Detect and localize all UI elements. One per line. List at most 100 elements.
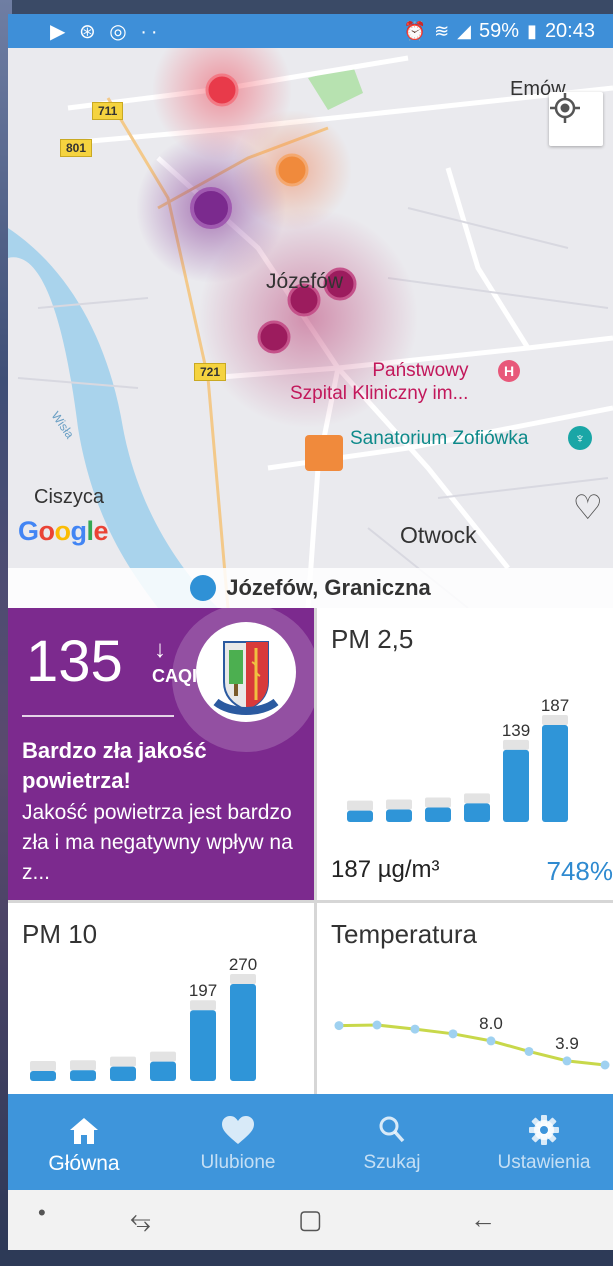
status-right: ⏰ ≋ ◢ 59% ▮ 20:43 bbox=[404, 20, 595, 43]
temperature-point bbox=[600, 1060, 610, 1070]
road-number-badge: 711 bbox=[92, 102, 124, 120]
pm25-current-value: 187 µg/m³ bbox=[331, 856, 440, 883]
bar-cap bbox=[70, 1060, 96, 1071]
bar bbox=[347, 810, 373, 822]
heart-icon bbox=[222, 1116, 254, 1144]
temperature-line-chart: 8.0 3.9 bbox=[334, 1014, 610, 1070]
battery-icon: ▮ bbox=[527, 21, 537, 41]
cards-grid: 135 ↓ CAQI Bardzo zła jakość powietrza! … bbox=[8, 608, 613, 1094]
bar-cap bbox=[150, 1051, 176, 1062]
caqi-value: 135 bbox=[26, 629, 123, 694]
crosshair-icon bbox=[550, 93, 580, 123]
bar-cap bbox=[347, 800, 373, 811]
my-location-button[interactable] bbox=[549, 92, 603, 146]
nav-label: Szukaj bbox=[363, 1152, 421, 1173]
sensor-marker[interactable] bbox=[257, 320, 291, 354]
caqi-unit: CAQI bbox=[152, 666, 197, 686]
bar bbox=[30, 1071, 56, 1081]
wifi-icon: ≋ bbox=[434, 21, 450, 41]
bar-cap bbox=[464, 793, 490, 804]
nav-label: Główna bbox=[48, 1152, 120, 1175]
caqi-card[interactable]: 135 ↓ CAQI Bardzo zła jakość powietrza! … bbox=[8, 608, 314, 900]
temperature-point bbox=[448, 1029, 458, 1039]
bar bbox=[542, 725, 568, 822]
nav-settings[interactable]: Ustawienia bbox=[474, 1094, 613, 1190]
sensor-marker[interactable] bbox=[205, 73, 239, 107]
bar bbox=[386, 809, 412, 822]
battery-percent: 59% bbox=[479, 20, 520, 42]
poi-icon[interactable]: ♆ bbox=[568, 426, 592, 450]
recent-apps-icon[interactable]: ⥃ bbox=[130, 1204, 151, 1236]
alarm-icon: ⏰ bbox=[403, 21, 427, 41]
caqi-headline: Bardzo zła jakość powietrza! bbox=[22, 738, 207, 793]
bar-cap bbox=[30, 1061, 56, 1071]
temperature-point bbox=[334, 1021, 344, 1031]
bar bbox=[464, 803, 490, 822]
pm25-percent: 748% bbox=[546, 856, 613, 886]
map-label: Otwock bbox=[400, 522, 477, 548]
location-name: Józefów, Graniczna bbox=[226, 575, 431, 600]
temperature-value-label: 3.9 bbox=[555, 1034, 579, 1053]
phone-screen: ▶ ⊛ ◎ ·· ⏰ ≋ ◢ 59% ▮ 20:43 711 801 721 E… bbox=[8, 14, 613, 1250]
clock: 20:43 bbox=[544, 20, 595, 42]
bar bbox=[425, 807, 451, 822]
sensor-marker[interactable] bbox=[190, 187, 232, 229]
hospital-label[interactable]: Państwowy Szpital Kliniczny im... bbox=[290, 359, 468, 405]
sensor-marker[interactable] bbox=[275, 153, 309, 187]
pm10-card[interactable]: PM 10 197 270 bbox=[8, 903, 314, 1094]
arrow-down-icon: ↓ bbox=[154, 636, 166, 663]
bar-cap bbox=[190, 1000, 216, 1011]
nav-search[interactable]: Szukaj bbox=[322, 1094, 462, 1190]
home-icon bbox=[70, 1118, 98, 1144]
map-label: Ciszyca bbox=[34, 486, 105, 508]
status-bar: ▶ ⊛ ◎ ·· ⏰ ≋ ◢ 59% ▮ 20:43 bbox=[8, 14, 613, 48]
nav-home[interactable]: Główna bbox=[14, 1094, 154, 1190]
pm10-bar-chart: 197 270 bbox=[30, 955, 257, 1081]
temperature-value-label: 8.0 bbox=[479, 1014, 503, 1033]
coat-of-arms-icon bbox=[213, 641, 279, 715]
temperature-point bbox=[486, 1036, 496, 1046]
bar bbox=[70, 1070, 96, 1081]
bar-value-label: 270 bbox=[229, 955, 257, 974]
nav-label: Ulubione bbox=[200, 1152, 276, 1173]
notification-icons: ▶ ⊛ ◎ ·· bbox=[50, 21, 162, 43]
home-button-icon[interactable]: ▢ bbox=[298, 1204, 323, 1235]
bottom-navigation: Główna Ulubione Szukaj Ustawienia bbox=[8, 1094, 613, 1190]
dot-icon[interactable]: • bbox=[38, 1200, 46, 1226]
bar bbox=[150, 1061, 176, 1081]
sensor-square-marker[interactable] bbox=[305, 435, 343, 471]
bar bbox=[110, 1066, 136, 1081]
bar bbox=[503, 749, 529, 822]
temperature-point bbox=[562, 1056, 572, 1066]
pm25-card[interactable]: PM 2,5 139 187 187 µg/m³ 748% bbox=[317, 608, 613, 900]
temperature-point bbox=[372, 1020, 382, 1030]
caqi-description: Jakość powietrza jest bardzo zła i ma ne… bbox=[22, 801, 293, 884]
signal-icon: ◢ bbox=[457, 21, 471, 41]
hospital-icon[interactable]: H bbox=[498, 360, 520, 382]
back-icon[interactable]: ← bbox=[470, 1204, 496, 1235]
location-bar[interactable]: Józefów, Graniczna bbox=[8, 568, 613, 608]
jozefow-coat-of-arms-logo bbox=[196, 622, 296, 722]
system-navigation-bar: • ⥃ ▢ ← bbox=[8, 1190, 613, 1250]
road-number-badge: 721 bbox=[194, 363, 227, 381]
nav-favorites[interactable]: Ulubione bbox=[168, 1094, 308, 1190]
divider bbox=[22, 715, 174, 717]
google-logo: Google bbox=[18, 516, 109, 546]
background-bottom bbox=[0, 1250, 613, 1266]
bar-value-label: 197 bbox=[189, 981, 217, 1000]
search-icon bbox=[379, 1116, 405, 1143]
bar-cap bbox=[230, 974, 256, 984]
favorite-heart-icon[interactable]: ♡ bbox=[573, 488, 603, 528]
map-label: Józefów bbox=[266, 270, 344, 293]
bar-cap bbox=[110, 1056, 136, 1067]
bar bbox=[230, 984, 256, 1081]
location-dot-icon bbox=[190, 575, 217, 601]
road-number-badge: 801 bbox=[60, 139, 93, 157]
bar bbox=[190, 1010, 216, 1081]
bar-value-label: 187 bbox=[541, 696, 569, 715]
map-view[interactable]: 711 801 721 Emów Józefów Wisła Państwowy… bbox=[8, 48, 613, 608]
bar-cap bbox=[542, 715, 568, 725]
temperature-card[interactable]: Temperatura 8.0 3.9 bbox=[317, 903, 613, 1094]
sanatorium-label[interactable]: Sanatorium Zofiówka bbox=[350, 428, 528, 450]
gear-icon bbox=[529, 1115, 559, 1145]
